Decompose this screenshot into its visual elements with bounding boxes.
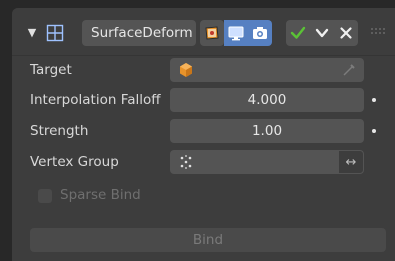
- expand-arrow-icon[interactable]: ▼: [26, 23, 38, 41]
- modifier-name-text: SurfaceDeform: [91, 25, 193, 41]
- properties-editor-background: ▼ SurfaceDeform Target Interpolation Fal…: [0, 0, 395, 261]
- swap-arrows-icon: ↔: [345, 154, 357, 170]
- strength-value: 1.00: [251, 123, 283, 139]
- strength-label: Strength: [30, 123, 89, 139]
- bind-button-label: Bind: [192, 232, 224, 248]
- realtime-display-icon: [228, 26, 244, 41]
- interpolation-falloff-field[interactable]: 4.000: [170, 88, 364, 112]
- edit-cage-button[interactable]: [200, 20, 224, 46]
- target-object-field[interactable]: [170, 58, 364, 82]
- strength-field[interactable]: 1.00: [170, 119, 364, 143]
- sparse-bind-label: Sparse Bind: [60, 187, 141, 203]
- apply-button[interactable]: [286, 20, 310, 46]
- sparse-bind-checkbox[interactable]: [38, 189, 52, 203]
- close-x-icon: [340, 27, 352, 39]
- keyframe-dot-icon[interactable]: [372, 129, 376, 133]
- dropdown-chevron-icon: [315, 28, 329, 38]
- vertex-group-icon: [180, 155, 192, 169]
- eyedropper-icon[interactable]: [342, 63, 356, 77]
- render-icon: [253, 27, 267, 39]
- modifier-options-dropdown[interactable]: [310, 20, 334, 46]
- interpolation-falloff-label: Interpolation Falloff: [30, 92, 161, 108]
- vertex-group-label: Vertex Group: [30, 154, 119, 170]
- modifier-header: ▼ SurfaceDeform: [12, 8, 395, 56]
- apply-check-icon: [290, 26, 306, 39]
- surface-deform-modifier-icon: [44, 22, 66, 44]
- target-label: Target: [30, 62, 72, 78]
- remove-modifier-button[interactable]: [334, 20, 358, 46]
- drag-grip-icon[interactable]: [370, 25, 388, 39]
- target-object-icon: [180, 63, 192, 77]
- modifier-name-field[interactable]: SurfaceDeform: [82, 20, 196, 46]
- render-button[interactable]: [248, 20, 272, 46]
- interpolation-falloff-value: 4.000: [247, 92, 287, 108]
- edit-cage-icon: [205, 26, 219, 40]
- invert-vertex-group-button[interactable]: ↔: [338, 150, 364, 174]
- vertex-group-field[interactable]: [170, 150, 338, 174]
- bind-button[interactable]: Bind: [30, 228, 386, 252]
- realtime-display-button[interactable]: [224, 20, 248, 46]
- keyframe-dot-icon[interactable]: [372, 98, 376, 102]
- modifier-panel: ▼ SurfaceDeform Target Interpolation Fal…: [12, 8, 395, 261]
